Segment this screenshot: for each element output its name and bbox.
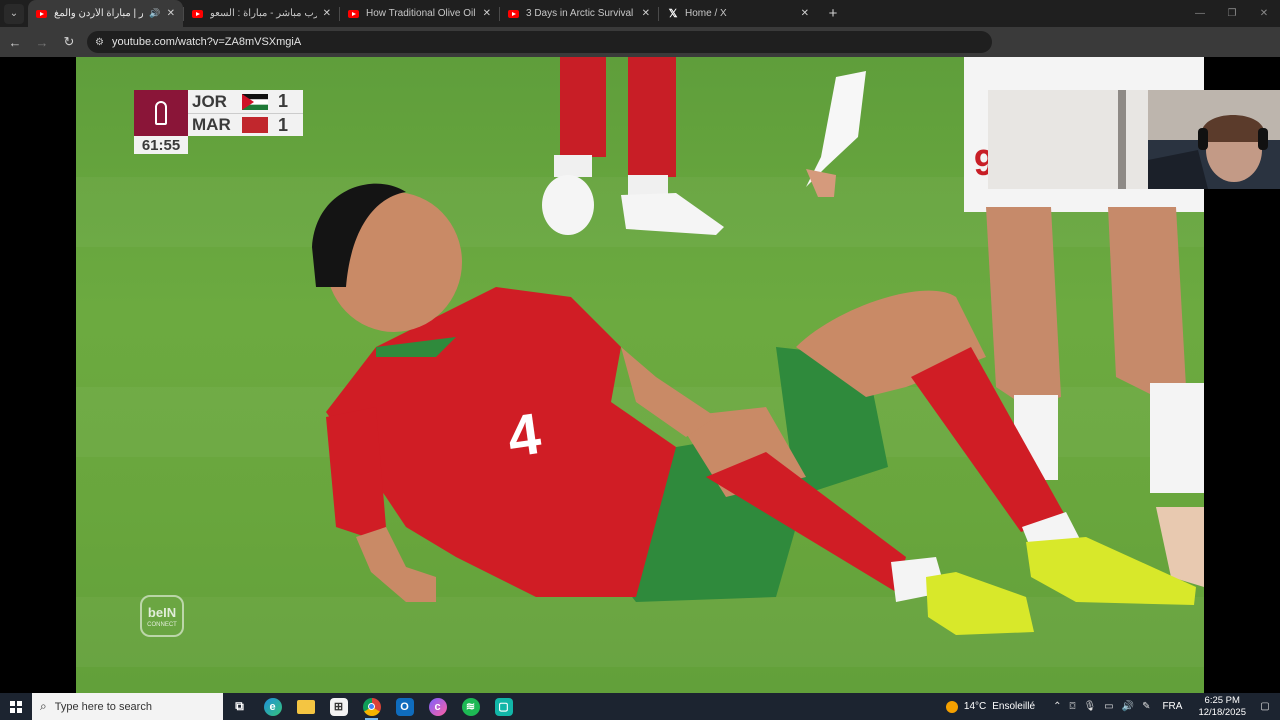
speaker-icon[interactable]: 🔊 <box>149 8 160 19</box>
tab-title: Home / X <box>685 8 727 19</box>
time-text: 6:25 PM <box>1204 694 1240 706</box>
copilot-icon[interactable]: c <box>421 693 454 720</box>
task-view-icon[interactable]: ⧉ <box>223 693 256 720</box>
fingers <box>806 169 836 197</box>
volume-icon[interactable]: 🔊 <box>1122 701 1134 712</box>
video-player-area: 9 4 JOR 1 MAR 1 61:55 beIN CONNECT <box>0 57 1280 693</box>
weather-widget[interactable]: 14°C Ensoleillé <box>945 700 1036 713</box>
sleeve <box>326 407 386 537</box>
window-controls: — ❐ ✕ <box>1184 0 1280 27</box>
search-placeholder: Type here to search <box>54 700 152 713</box>
file-explorer-icon[interactable] <box>289 693 322 720</box>
trophy-icon <box>155 101 167 125</box>
taskbar-clock[interactable]: 6:25 PM 12/18/2025 <box>1198 695 1246 719</box>
device-icon[interactable]: ⌼ <box>1069 701 1075 712</box>
opponent-sock <box>1150 383 1204 493</box>
tournament-logo <box>134 90 188 136</box>
score-row-away: MAR 1 <box>188 113 303 136</box>
opponent-leg <box>1108 207 1186 397</box>
url-text: youtube.com/watch?v=ZA8mVSXmgiA <box>111 36 302 48</box>
webcam-overlay <box>988 90 1280 189</box>
arm <box>356 527 436 602</box>
new-tab-button[interactable]: + <box>823 4 843 24</box>
address-bar[interactable]: ⚙ youtube.com/watch?v=ZA8mVSXmgiA <box>87 31 992 53</box>
background-player-leg <box>628 57 676 177</box>
webcam-feed <box>988 90 1280 189</box>
boot <box>926 572 1034 635</box>
close-window-icon[interactable]: ✕ <box>1248 0 1280 27</box>
sun-icon <box>945 700 958 713</box>
tab-x-home[interactable]: 𝕏 Home / X ✕ <box>659 0 817 27</box>
youtube-icon <box>508 9 519 18</box>
taskbar: ⌕ Type here to search ⧉ e ⊞ O c ≋ ▢ 14°C… <box>0 693 1280 720</box>
jordan-flag-icon <box>242 93 268 110</box>
close-tab-button[interactable]: ✕ <box>477 8 491 19</box>
tab-title: 3 Days in Arctic Survival Shelte <box>526 8 636 19</box>
chrome-icon[interactable] <box>355 693 388 720</box>
outlook-icon[interactable]: O <box>388 693 421 720</box>
broadcaster-logo: beIN CONNECT <box>140 595 184 637</box>
broadcaster-name: beIN <box>147 604 177 620</box>
microphone-icon[interactable]: 🎙 <box>1083 701 1096 712</box>
morocco-flag-icon <box>242 117 268 133</box>
team-code: JOR <box>192 91 227 111</box>
youtube-icon <box>36 9 47 18</box>
team-score: 1 <box>278 91 289 111</box>
background-player-leg <box>560 57 606 157</box>
taskbar-search[interactable]: ⌕ Type here to search <box>32 693 223 720</box>
pen-icon[interactable]: ✎ <box>1142 701 1150 712</box>
tab-olive-oil[interactable]: How Traditional Olive Oil is Ma ✕ <box>340 0 499 27</box>
close-tab-button[interactable]: ✕ <box>317 8 331 19</box>
youtube-icon <box>192 9 203 18</box>
tab-jordan-morocco[interactable]: بث مباشر | مباراة الأردن والمغ 🔊 ✕ <box>28 0 183 27</box>
tab-title: بث مباشر | مباراة الأردن والمغ <box>54 8 144 19</box>
background-player-boot <box>621 193 724 235</box>
background-player-sock <box>554 155 592 177</box>
tab-title: How Traditional Olive Oil is Ma <box>366 8 477 19</box>
broadcaster-sub: CONNECT <box>147 621 177 628</box>
language-indicator[interactable]: FRA <box>1162 701 1182 712</box>
start-button[interactable] <box>0 693 32 720</box>
match-clock: 61:55 <box>134 136 188 154</box>
opponent-leg <box>986 207 1061 407</box>
weather-temp: 14°C <box>963 701 987 712</box>
team-score: 1 <box>278 114 289 135</box>
youtube-icon <box>348 9 359 18</box>
back-button[interactable]: ← <box>3 30 27 54</box>
browser-toolbar: ← → ↻ ⚙ youtube.com/watch?v=ZA8mVSXmgiA <box>0 27 1280 57</box>
spotify-icon[interactable]: ≋ <box>454 693 487 720</box>
close-tab-button[interactable]: ✕ <box>636 8 650 19</box>
background-player-boot <box>542 175 594 235</box>
tab-strip: ⌄ بث مباشر | مباراة الأردن والمغ 🔊 ✕ كأس… <box>0 0 1280 27</box>
weather-condition: Ensoleillé <box>992 701 1036 712</box>
close-tab-button[interactable]: ✕ <box>795 8 809 19</box>
store-icon[interactable]: ⊞ <box>322 693 355 720</box>
reload-button[interactable]: ↻ <box>57 30 81 54</box>
system-tray: 14°C Ensoleillé ⌃ ⌼ 🎙 ▭ 🔊 ✎ FRA 6:25 PM … <box>945 693 1280 720</box>
scoreboard: JOR 1 MAR 1 61:55 <box>134 90 303 154</box>
x-icon: 𝕏 <box>668 7 678 20</box>
forward-button[interactable]: → <box>30 30 54 54</box>
clipchamp-icon[interactable]: ▢ <box>487 693 520 720</box>
tab-title: كأس العرب مباشر - مباراة : السعو <box>210 8 317 19</box>
tab-arctic-survival[interactable]: 3 Days in Arctic Survival Shelte ✕ <box>500 0 658 27</box>
team-code: MAR <box>192 115 231 134</box>
restore-icon[interactable]: ❐ <box>1216 0 1248 27</box>
chevron-up-icon[interactable]: ⌃ <box>1053 701 1061 712</box>
score-row-home: JOR 1 <box>188 90 303 113</box>
date-text: 12/18/2025 <box>1198 706 1246 718</box>
tab-arab-cup[interactable]: كأس العرب مباشر - مباراة : السعو ✕ <box>184 0 339 27</box>
notification-icon[interactable]: ▢ <box>1254 701 1276 712</box>
site-info-icon[interactable]: ⚙ <box>95 37 104 48</box>
tab-search-button[interactable]: ⌄ <box>4 3 24 24</box>
windows-icon <box>10 700 22 713</box>
edge-icon[interactable]: e <box>256 693 289 720</box>
bandaged-hand <box>806 71 866 187</box>
close-tab-button[interactable]: ✕ <box>161 8 175 19</box>
minimize-icon[interactable]: — <box>1184 0 1216 27</box>
search-icon: ⌕ <box>40 699 47 713</box>
network-icon[interactable]: ▭ <box>1104 701 1113 712</box>
